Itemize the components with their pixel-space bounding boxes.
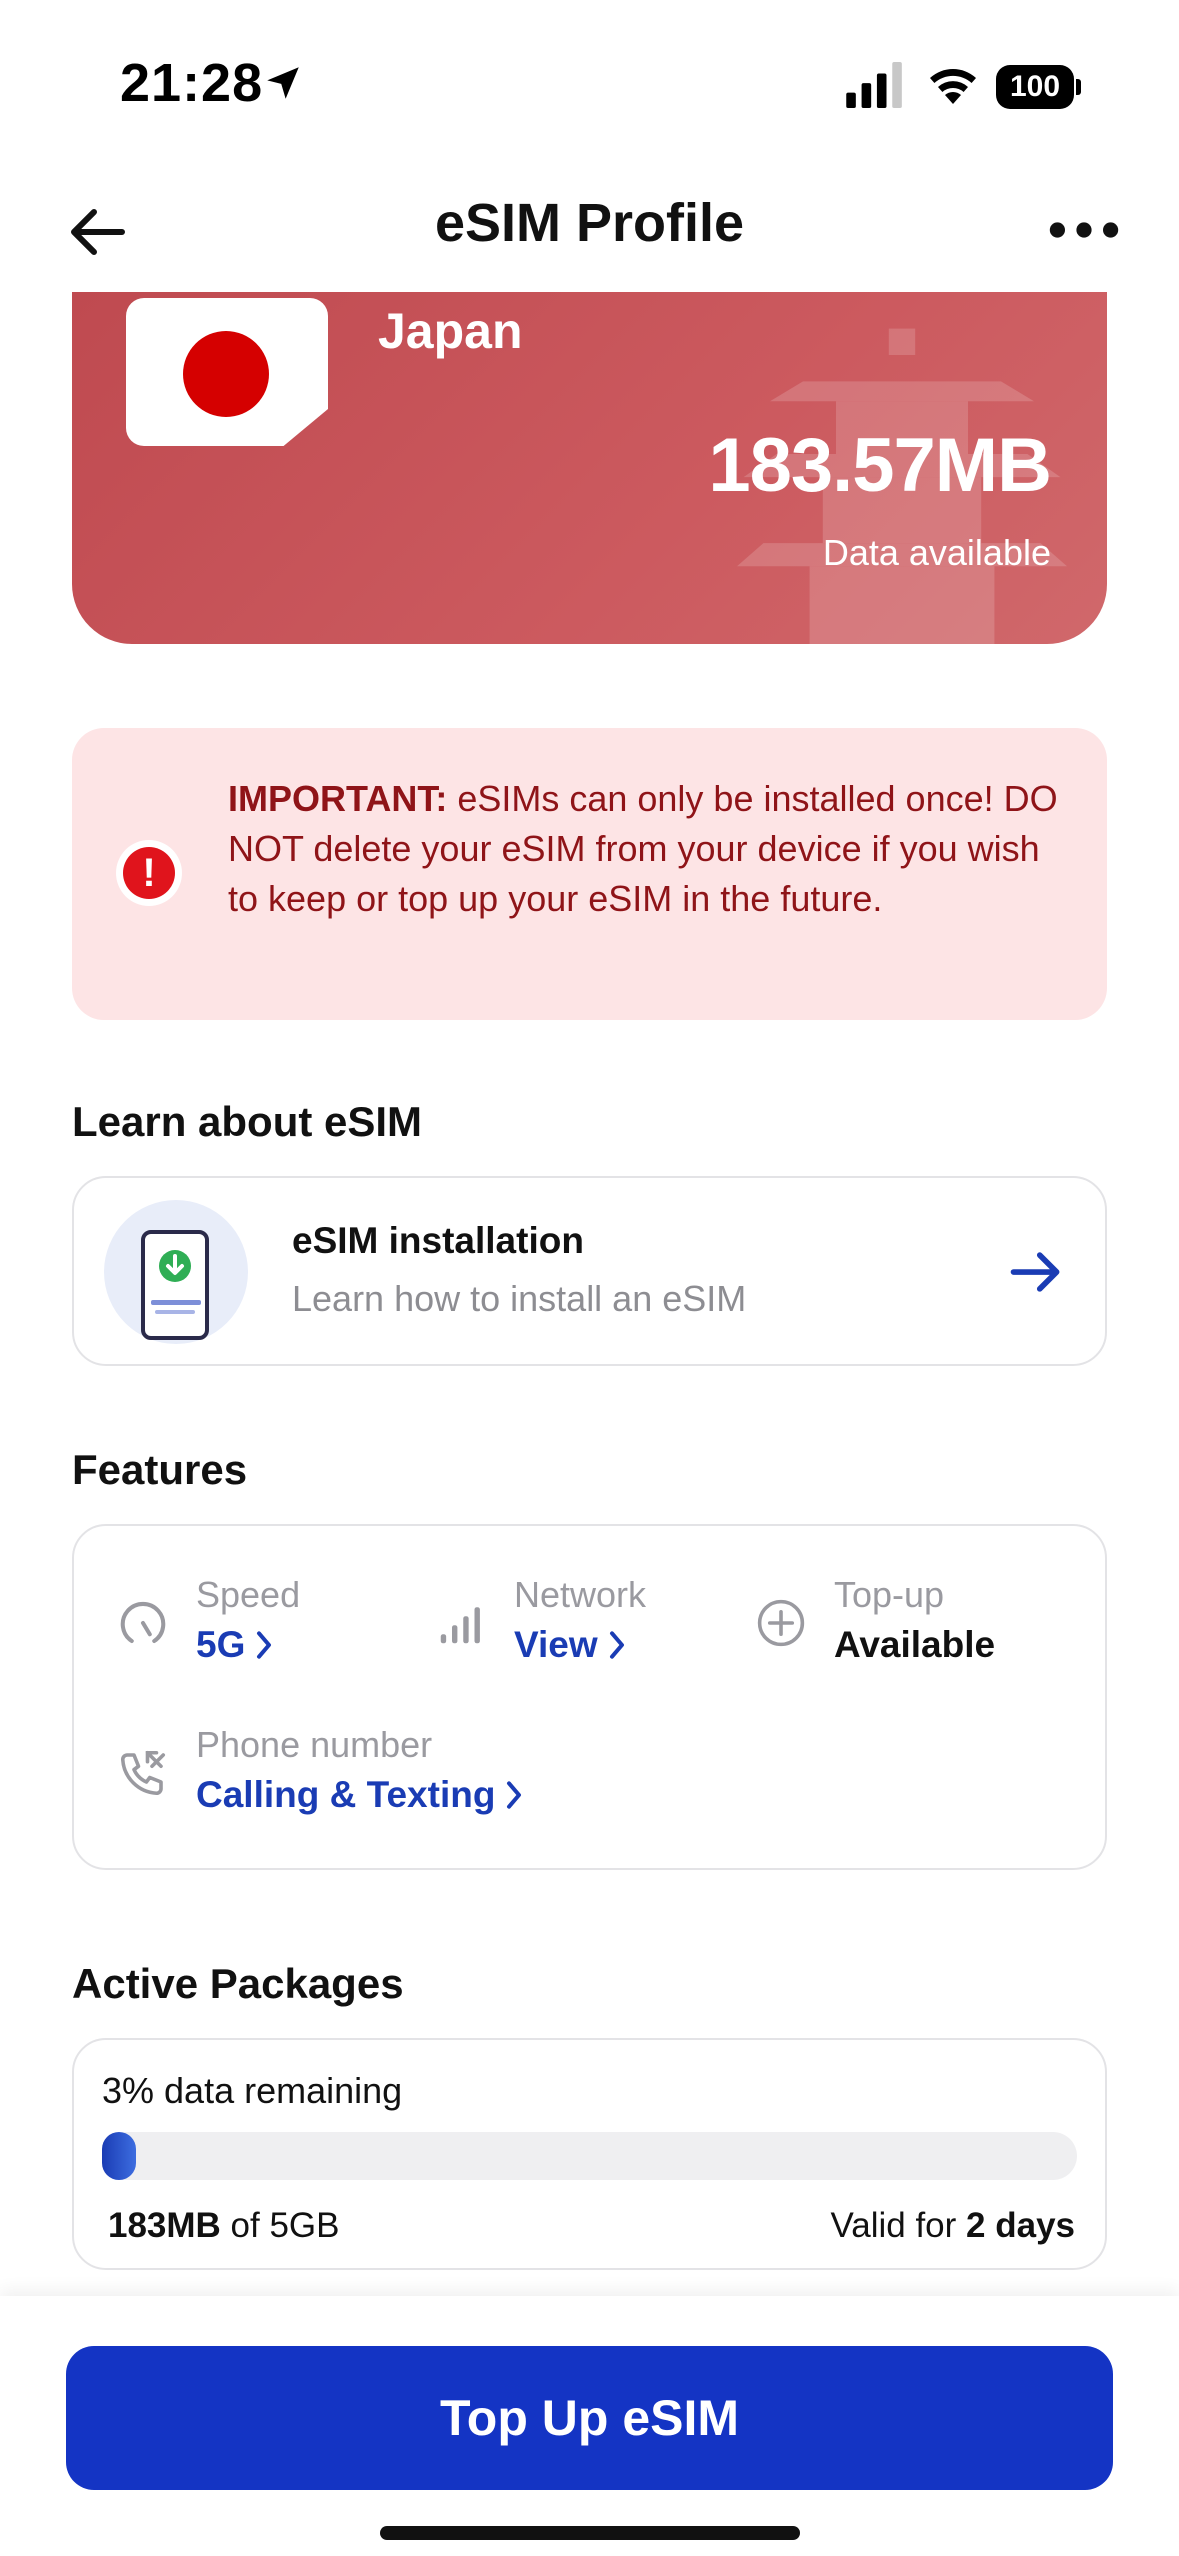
cellular-signal-icon (846, 62, 902, 108)
location-arrow-icon (267, 67, 299, 99)
plus-circle-icon (757, 1599, 805, 1647)
important-banner: ! IMPORTANT: eSIMs can only be installed… (72, 728, 1107, 1020)
esim-hero-card: Japan 183.57MB Data available (72, 292, 1107, 644)
status-time: 21:28 (120, 53, 264, 113)
data-available-caption: Data available (822, 532, 1051, 573)
signal-bars-icon (440, 1607, 480, 1644)
features-heading: Features (72, 1446, 248, 1493)
data-available-amount: 183.57MB (708, 423, 1052, 508)
more-options-button[interactable] (1046, 210, 1122, 250)
learn-card-title: eSIM installation (292, 1220, 584, 1261)
battery-nub (1076, 79, 1081, 95)
data-progress-fill (102, 2132, 136, 2180)
feature-network[interactable]: Network View (434, 1574, 734, 1674)
battery-icon: 100 (996, 65, 1081, 109)
data-remaining-text: 3% data remaining (102, 2070, 403, 2111)
features-card: Speed 5G Network View Top-up Available P… (72, 1524, 1107, 1870)
bottom-action-bar: Top Up eSIM (0, 2296, 1179, 2556)
chevron-right-icon (507, 1781, 522, 1809)
feature-speed[interactable]: Speed 5G (116, 1574, 406, 1674)
chevron-right-icon (257, 1631, 272, 1659)
chevron-right-icon (609, 1631, 624, 1659)
feature-phone-label: Phone number (196, 1724, 433, 1765)
validity-text: Valid for 2 days (831, 2206, 1076, 2246)
country-name: Japan (378, 303, 523, 359)
status-bar: 21:28 100 (0, 0, 1179, 150)
arrow-right-icon (1010, 1252, 1060, 1292)
learn-card-subtitle: Learn how to install an eSIM (292, 1278, 747, 1319)
data-used-value: 183MB (108, 2206, 221, 2245)
esim-installation-card[interactable]: eSIM installation Learn how to install a… (72, 1176, 1107, 1366)
feature-network-value: View (514, 1624, 626, 1666)
alert-circle-icon: ! (116, 840, 182, 906)
battery-level: 100 (996, 65, 1074, 109)
feature-phone-number[interactable]: Phone number Calling & Texting (116, 1724, 616, 1824)
wifi-icon (930, 69, 976, 104)
phone-download-icon (104, 1200, 248, 1344)
flag-sun (183, 331, 269, 417)
alert-mark: ! (123, 847, 175, 899)
feature-phone-value: Calling & Texting (196, 1774, 523, 1816)
packages-heading: Active Packages (72, 1960, 404, 2007)
feature-speed-label: Speed (196, 1574, 301, 1615)
feature-topup: Top-up Available (754, 1574, 1074, 1674)
important-label: IMPORTANT: (228, 778, 448, 819)
speed-value-text: 5G (196, 1624, 246, 1665)
feature-topup-label: Top-up (834, 1574, 945, 1615)
speedometer-icon (120, 1601, 166, 1644)
data-usage-text: 183MB of 5GB (108, 2206, 340, 2246)
nav-bar: eSIM Profile (0, 170, 1179, 290)
learn-heading: Learn about eSIM (72, 1098, 423, 1145)
phone-call-icon (120, 1750, 166, 1796)
page-title: eSIM Profile (434, 193, 745, 253)
feature-speed-value: 5G (196, 1624, 273, 1666)
data-progress-bar (102, 2132, 1077, 2180)
phone-value-text: Calling & Texting (196, 1774, 496, 1815)
phone-illustration (141, 1230, 209, 1340)
home-indicator (380, 2526, 800, 2540)
validity-value: 2 days (966, 2206, 1075, 2245)
feature-network-label: Network (514, 1574, 647, 1615)
important-message: IMPORTANT: eSIMs can only be installed o… (228, 774, 1068, 924)
validity-prefix: Valid for (830, 2206, 967, 2245)
top-up-esim-button[interactable]: Top Up eSIM (66, 2346, 1113, 2490)
japan-flag-icon (126, 298, 328, 446)
active-package-card[interactable]: 3% data remaining 183MB of 5GB Valid for… (72, 2038, 1107, 2270)
feature-topup-value: Available (834, 1624, 996, 1665)
network-value-text: View (514, 1624, 598, 1665)
data-total-text: of 5GB (220, 2206, 340, 2245)
